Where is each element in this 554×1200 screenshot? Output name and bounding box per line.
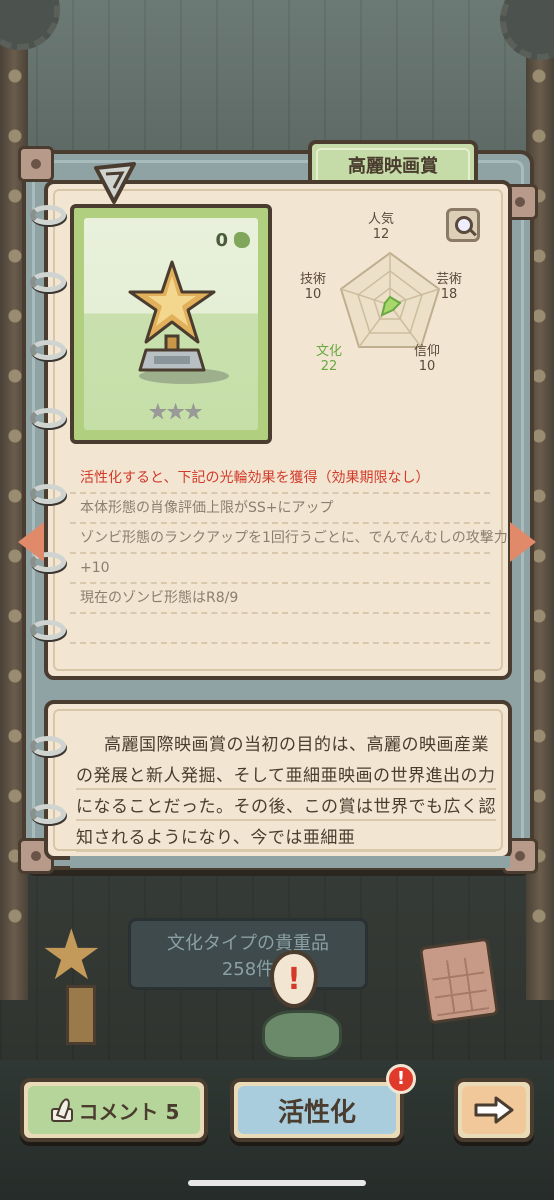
owned-count: 0 [215,230,228,251]
magnifier-button[interactable] [446,208,480,242]
item-card-inner: 0 ★★★ [84,218,258,430]
binder-ring [30,804,66,824]
next-button[interactable] [454,1078,534,1142]
effect-line: +10 [70,554,490,584]
binder-ring [30,620,66,640]
comment-button[interactable]: コメント 5 [20,1078,208,1142]
effects-header: 活性化すると、下記の光輪効果を獲得（効果期限なし） [70,464,490,494]
star-rating: ★★★ [148,400,203,425]
star-statue-icon: ★ [40,914,103,996]
puzzle-piece-icon [234,232,250,248]
description-text: 高麗国際映画賞の当初の目的は、高麗の映画産業の発展と新人発掘、そして亜細亜映画の… [76,735,496,848]
binder-ring [30,484,66,504]
frame-bottom-strip [70,856,510,868]
next-page-arrow[interactable] [510,522,536,562]
effect-line: 本体形態の肖像評価上限がSS+にアップ [70,494,490,524]
stat-culture: 文化 22 [315,344,342,374]
activate-label: 活性化 [277,1097,356,1128]
item-title: 高麗映画賞 [348,156,438,177]
collection-label: 文化タイプの貴重品 [167,933,329,954]
effect-line: ゾンビ形態のランクアップを1回行うごとに、でんでんむしの攻撃力 [70,524,508,554]
comment-label: コメント 5 [78,1099,180,1124]
prev-page-arrow[interactable] [18,522,44,562]
collection-plate: 文化タイプの貴重品 258件 [128,918,368,990]
collection-count: 258件 [221,959,275,980]
bookmark-logo-icon [94,162,136,204]
effect-line: 現在のゾンビ形態はR8/9 [70,584,490,614]
effect-line-empty [70,614,490,644]
home-indicator[interactable] [188,1180,366,1186]
binder-ring [30,408,66,428]
stat-popularity: 人気 12 [367,212,394,242]
stat-technology: 技術 10 [299,272,326,302]
binder-ring [30,205,66,225]
binder-ring [30,340,66,360]
arrow-right-icon [474,1096,514,1124]
notification-badge: ! [386,1064,416,1094]
effects-list: 活性化すると、下記の光輪効果を獲得（効果期限なし） 本体形態の肖像評価上限がSS… [70,460,508,660]
trophy-icon [128,260,216,372]
frame-corner [18,146,54,182]
calendar-icon [418,937,500,1025]
binder-ring [30,736,66,756]
stat-faith: 信仰 10 [413,344,440,374]
binder-ring [30,272,66,292]
statue-stand [66,985,96,1045]
leaf-pile-icon [262,1010,342,1060]
quill-icon [49,1098,73,1122]
stat-art: 芸術 18 [435,272,462,302]
activate-button[interactable]: 活性化 [230,1078,404,1142]
item-card[interactable]: 0 ★★★ [70,204,272,444]
